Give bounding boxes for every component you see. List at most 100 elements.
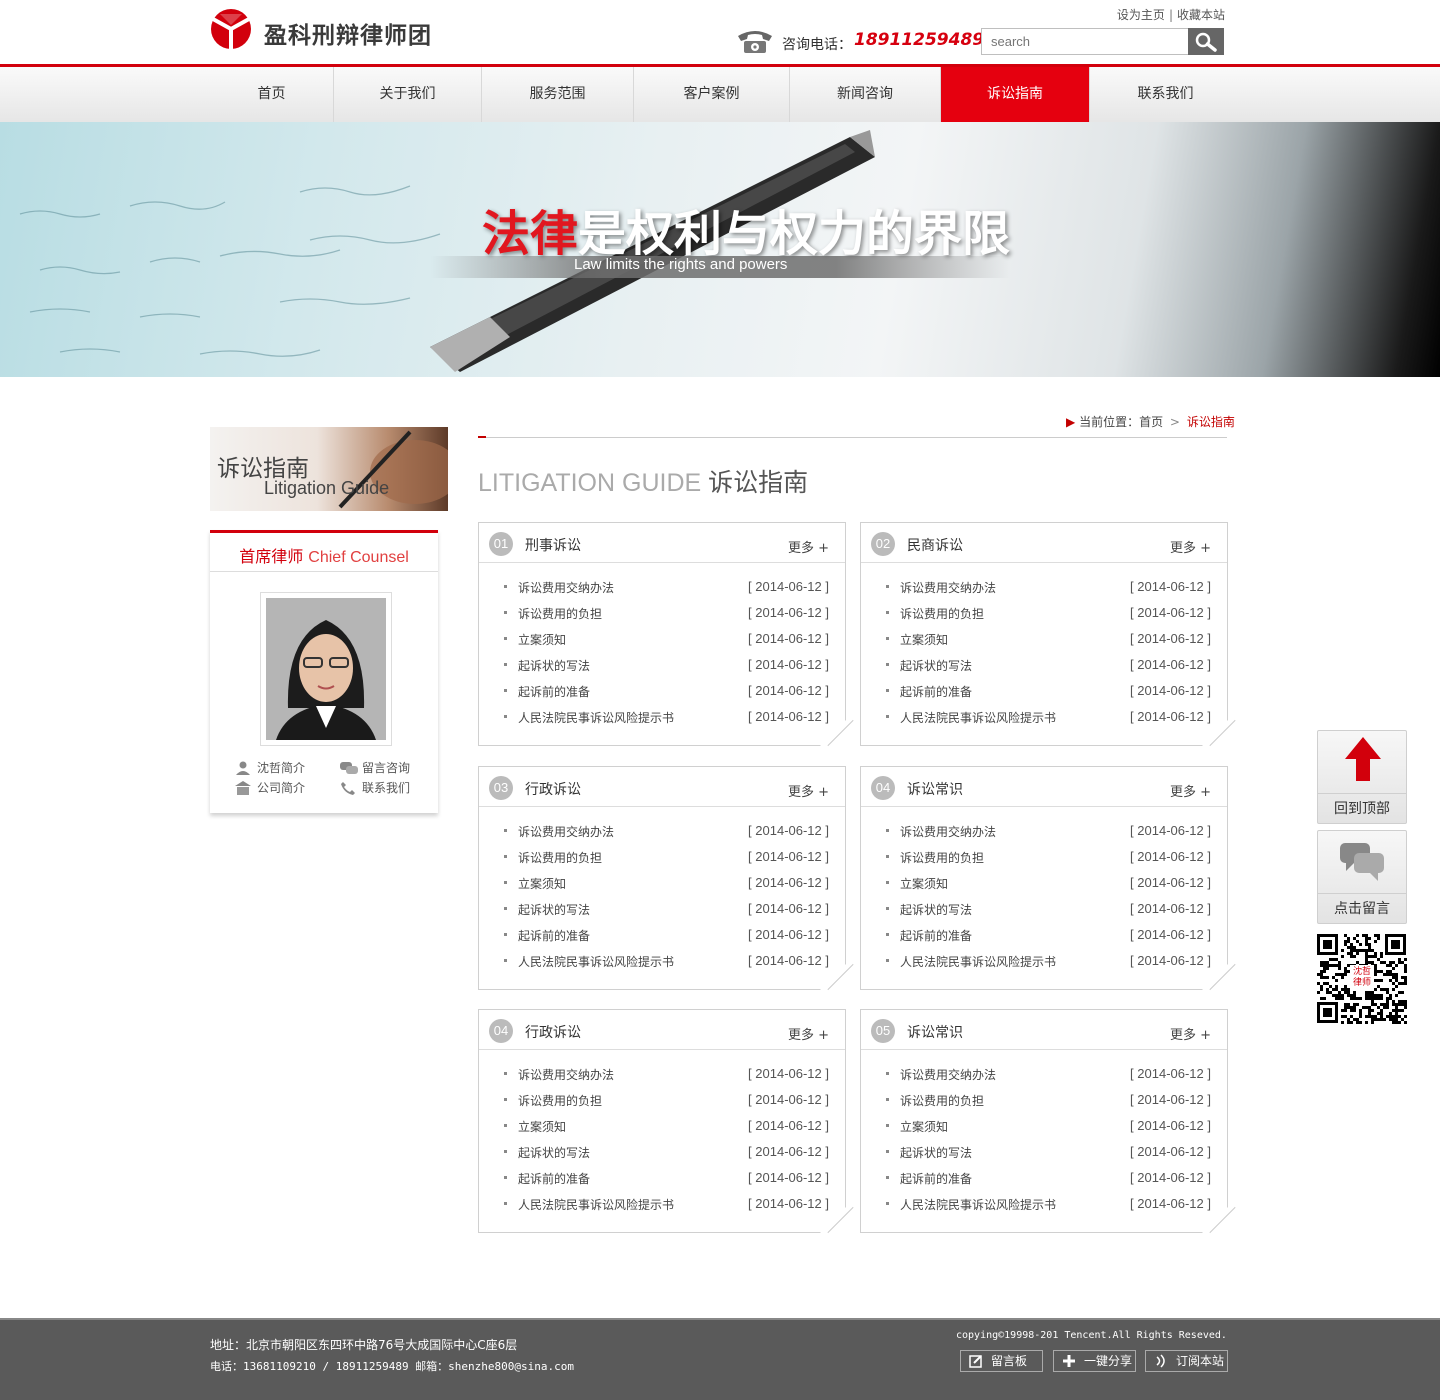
list-item[interactable]: 诉讼费用的负担 [ 2014-06-12 ] xyxy=(861,1092,1227,1118)
article-title-link[interactable]: 人民法院民事诉讼风险提示书 xyxy=(518,1196,674,1213)
search-input[interactable] xyxy=(981,28,1189,55)
list-item[interactable]: 起诉状的写法 [ 2014-06-12 ] xyxy=(861,657,1227,683)
article-title-link[interactable]: 起诉状的写法 xyxy=(518,1144,590,1161)
list-item[interactable]: 起诉前的准备 [ 2014-06-12 ] xyxy=(861,683,1227,709)
lawyer-profile-link[interactable]: 沈哲简介 xyxy=(235,759,305,776)
subscribe-button[interactable]: 订阅本站 xyxy=(1145,1350,1228,1372)
article-title-link[interactable]: 人民法院民事诉讼风险提示书 xyxy=(518,953,674,970)
article-title-link[interactable]: 起诉前的准备 xyxy=(518,683,590,700)
list-item[interactable]: 诉讼费用的负担 [ 2014-06-12 ] xyxy=(479,605,845,631)
panel-more-link[interactable]: 更多 + xyxy=(788,781,829,800)
list-item[interactable]: 起诉前的准备 [ 2014-06-12 ] xyxy=(479,927,845,953)
article-title-link[interactable]: 立案须知 xyxy=(900,631,948,648)
list-item[interactable]: 人民法院民事诉讼风险提示书 [ 2014-06-12 ] xyxy=(861,1196,1227,1222)
article-title-link[interactable]: 诉讼费用交纳办法 xyxy=(900,1066,996,1083)
panel-more-link[interactable]: 更多 + xyxy=(1170,1024,1211,1043)
article-title-link[interactable]: 起诉状的写法 xyxy=(900,657,972,674)
panel-title[interactable]: 行政诉讼 xyxy=(525,779,581,799)
panel-title[interactable]: 民商诉讼 xyxy=(907,535,963,555)
list-item[interactable]: 人民法院民事诉讼风险提示书 [ 2014-06-12 ] xyxy=(861,709,1227,735)
article-title-link[interactable]: 立案须知 xyxy=(900,1118,948,1135)
panel-title[interactable]: 诉讼常识 xyxy=(907,1022,963,1042)
list-item[interactable]: 诉讼费用交纳办法 [ 2014-06-12 ] xyxy=(479,1066,845,1092)
nav-item-news[interactable]: 新闻咨询 xyxy=(790,67,941,122)
list-item[interactable]: 人民法院民事诉讼风险提示书 [ 2014-06-12 ] xyxy=(479,953,845,979)
panel-title[interactable]: 行政诉讼 xyxy=(525,1022,581,1042)
article-title-link[interactable]: 起诉前的准备 xyxy=(900,683,972,700)
article-title-link[interactable]: 立案须知 xyxy=(900,875,948,892)
list-item[interactable]: 起诉前的准备 [ 2014-06-12 ] xyxy=(479,1170,845,1196)
list-item[interactable]: 起诉前的准备 [ 2014-06-12 ] xyxy=(861,927,1227,953)
article-title-link[interactable]: 诉讼费用交纳办法 xyxy=(518,579,614,596)
list-item[interactable]: 立案须知 [ 2014-06-12 ] xyxy=(861,1118,1227,1144)
article-title-link[interactable]: 诉讼费用交纳办法 xyxy=(900,579,996,596)
article-title-link[interactable]: 起诉状的写法 xyxy=(900,1144,972,1161)
search-button[interactable] xyxy=(1188,28,1224,55)
list-item[interactable]: 人民法院民事诉讼风险提示书 [ 2014-06-12 ] xyxy=(479,1196,845,1222)
list-item[interactable]: 立案须知 [ 2014-06-12 ] xyxy=(479,631,845,657)
panel-more-link[interactable]: 更多 + xyxy=(1170,781,1211,800)
article-title-link[interactable]: 起诉状的写法 xyxy=(518,657,590,674)
list-item[interactable]: 起诉状的写法 [ 2014-06-12 ] xyxy=(479,1144,845,1170)
list-item[interactable]: 诉讼费用的负担 [ 2014-06-12 ] xyxy=(479,849,845,875)
qr-code[interactable]: 沈哲律师 xyxy=(1316,933,1407,1024)
list-item[interactable]: 立案须知 [ 2014-06-12 ] xyxy=(861,631,1227,657)
article-title-link[interactable]: 立案须知 xyxy=(518,631,566,648)
list-item[interactable]: 诉讼费用交纳办法 [ 2014-06-12 ] xyxy=(479,823,845,849)
panel-more-link[interactable]: 更多 + xyxy=(788,537,829,556)
list-item[interactable]: 人民法院民事诉讼风险提示书 [ 2014-06-12 ] xyxy=(861,953,1227,979)
article-title-link[interactable]: 诉讼费用的负担 xyxy=(518,849,602,866)
list-item[interactable]: 诉讼费用的负担 [ 2014-06-12 ] xyxy=(861,605,1227,631)
article-title-link[interactable]: 人民法院民事诉讼风险提示书 xyxy=(518,709,674,726)
article-title-link[interactable]: 人民法院民事诉讼风险提示书 xyxy=(900,953,1056,970)
nav-item-about[interactable]: 关于我们 xyxy=(334,67,482,122)
message-consult-link[interactable]: 留言咨询 xyxy=(340,759,410,776)
contact-us-link[interactable]: 联系我们 xyxy=(340,779,410,796)
list-item[interactable]: 诉讼费用交纳办法 [ 2014-06-12 ] xyxy=(861,823,1227,849)
panel-more-link[interactable]: 更多 + xyxy=(1170,537,1211,556)
article-title-link[interactable]: 诉讼费用的负担 xyxy=(518,605,602,622)
leave-message-button[interactable]: 点击留言 xyxy=(1317,830,1407,924)
share-button[interactable]: 一键分享 xyxy=(1053,1350,1136,1372)
article-title-link[interactable]: 人民法院民事诉讼风险提示书 xyxy=(900,709,1056,726)
article-title-link[interactable]: 诉讼费用交纳办法 xyxy=(518,823,614,840)
article-title-link[interactable]: 起诉前的准备 xyxy=(900,1170,972,1187)
site-logo[interactable]: 盈科刑辩律师团 xyxy=(210,8,470,50)
panel-title[interactable]: 刑事诉讼 xyxy=(525,535,581,555)
article-title-link[interactable]: 诉讼费用交纳办法 xyxy=(518,1066,614,1083)
nav-item-home[interactable]: 首页 xyxy=(210,67,334,122)
article-title-link[interactable]: 诉讼费用的负担 xyxy=(900,849,984,866)
article-title-link[interactable]: 起诉状的写法 xyxy=(900,901,972,918)
nav-item-contact[interactable]: 联系我们 xyxy=(1090,67,1241,122)
bookmark-link[interactable]: 收藏本站 xyxy=(1177,8,1225,22)
list-item[interactable]: 诉讼费用交纳办法 [ 2014-06-12 ] xyxy=(861,579,1227,605)
list-item[interactable]: 起诉前的准备 [ 2014-06-12 ] xyxy=(479,683,845,709)
list-item[interactable]: 立案须知 [ 2014-06-12 ] xyxy=(479,1118,845,1144)
article-title-link[interactable]: 起诉状的写法 xyxy=(518,901,590,918)
nav-item-litigation-guide[interactable]: 诉讼指南 xyxy=(941,67,1090,122)
article-title-link[interactable]: 诉讼费用的负担 xyxy=(518,1092,602,1109)
article-title-link[interactable]: 诉讼费用的负担 xyxy=(900,1092,984,1109)
breadcrumb-home[interactable]: 首页 xyxy=(1139,415,1163,429)
article-title-link[interactable]: 立案须知 xyxy=(518,875,566,892)
panel-title[interactable]: 诉讼常识 xyxy=(907,779,963,799)
list-item[interactable]: 起诉状的写法 [ 2014-06-12 ] xyxy=(861,901,1227,927)
list-item[interactable]: 诉讼费用交纳办法 [ 2014-06-12 ] xyxy=(479,579,845,605)
list-item[interactable]: 起诉状的写法 [ 2014-06-12 ] xyxy=(861,1144,1227,1170)
counsel-photo-frame[interactable] xyxy=(260,592,392,746)
list-item[interactable]: 诉讼费用交纳办法 [ 2014-06-12 ] xyxy=(861,1066,1227,1092)
list-item[interactable]: 起诉状的写法 [ 2014-06-12 ] xyxy=(479,901,845,927)
nav-item-services[interactable]: 服务范围 xyxy=(482,67,634,122)
list-item[interactable]: 诉讼费用的负担 [ 2014-06-12 ] xyxy=(479,1092,845,1118)
list-item[interactable]: 起诉状的写法 [ 2014-06-12 ] xyxy=(479,657,845,683)
list-item[interactable]: 人民法院民事诉讼风险提示书 [ 2014-06-12 ] xyxy=(479,709,845,735)
set-homepage-link[interactable]: 设为主页 xyxy=(1117,8,1165,22)
article-title-link[interactable]: 诉讼费用的负担 xyxy=(900,605,984,622)
article-title-link[interactable]: 起诉前的准备 xyxy=(900,927,972,944)
article-title-link[interactable]: 立案须知 xyxy=(518,1118,566,1135)
article-title-link[interactable]: 起诉前的准备 xyxy=(518,927,590,944)
list-item[interactable]: 诉讼费用的负担 [ 2014-06-12 ] xyxy=(861,849,1227,875)
article-title-link[interactable]: 诉讼费用交纳办法 xyxy=(900,823,996,840)
list-item[interactable]: 起诉前的准备 [ 2014-06-12 ] xyxy=(861,1170,1227,1196)
company-profile-link[interactable]: 公司简介 xyxy=(235,779,305,796)
